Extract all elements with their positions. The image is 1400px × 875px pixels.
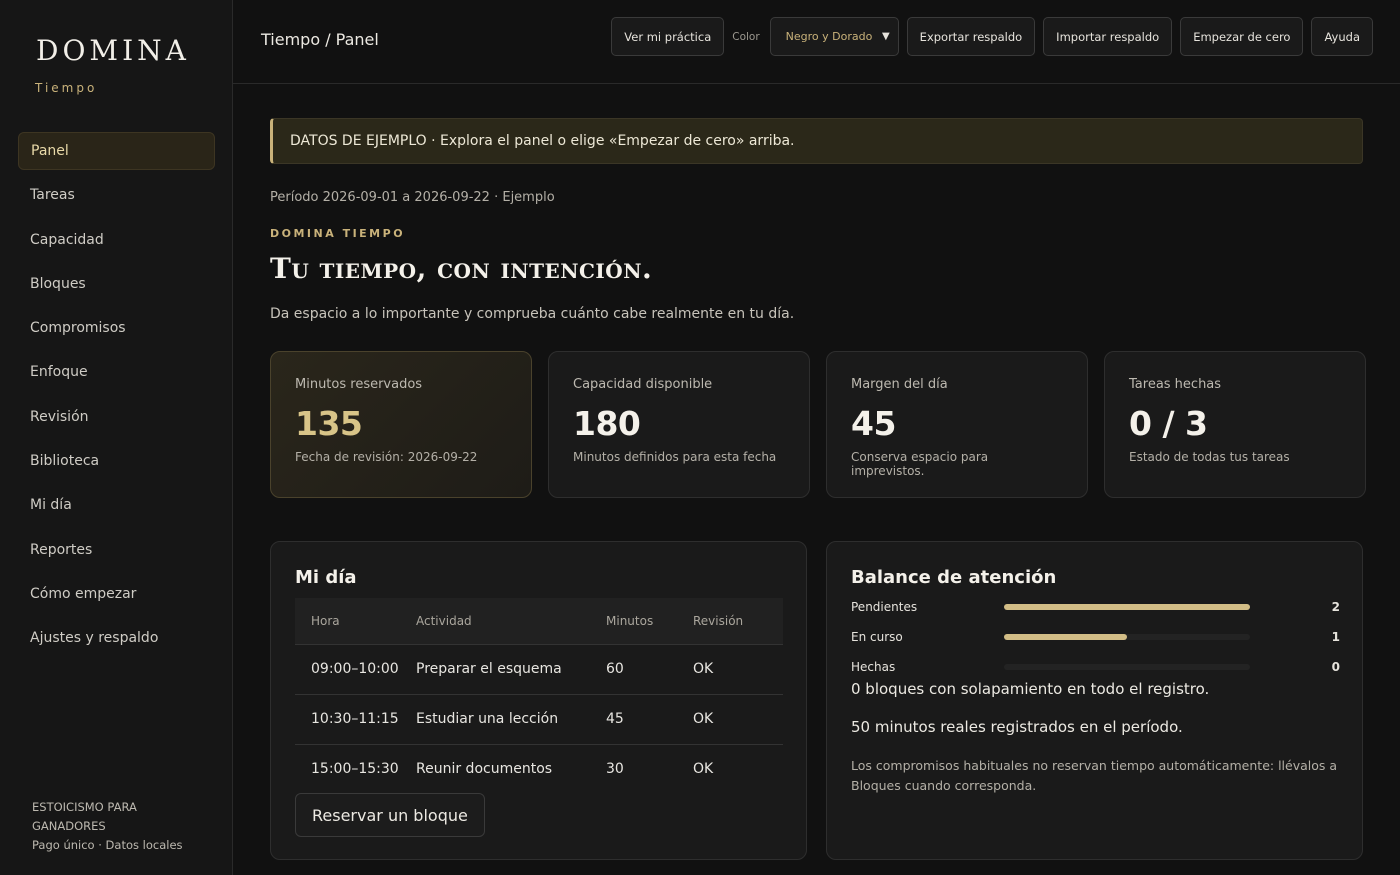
- column-header: Revisión: [693, 598, 783, 645]
- stat-label: Tareas hechas: [1129, 377, 1222, 392]
- reset-button[interactable]: Empezar de cero: [1180, 17, 1304, 56]
- balance-track: [1004, 604, 1250, 610]
- panel-title: Mi día: [295, 567, 357, 588]
- footer-license: Pago único · Datos locales: [32, 838, 183, 852]
- balance-count: 2: [1331, 600, 1340, 614]
- column-header: Minutos: [606, 598, 693, 645]
- stat-card-margin: Margen del día 45 Conserva espacio para …: [826, 351, 1088, 498]
- toolbar-actions: Ver mi práctica Color Negro y Dorado ▼ E…: [611, 17, 1373, 56]
- cell-minutes: 30: [606, 761, 624, 778]
- balance-label: En curso: [851, 630, 903, 644]
- export-backup-button[interactable]: Exportar respaldo: [906, 17, 1036, 56]
- sidebar-item-reportes[interactable]: Reportes: [18, 531, 215, 569]
- column-header: Actividad: [416, 598, 606, 645]
- breadcrumb: Tiempo / Panel: [261, 30, 379, 49]
- my-day-panel: Mi día Hora Actividad Minutos Revisión 0…: [270, 541, 807, 860]
- table-row: 10:30–11:15 Estudiar una lección 45 OK: [295, 694, 783, 745]
- topbar: Tiempo / Panel Ver mi práctica Color Neg…: [233, 0, 1400, 84]
- stat-value: 135: [295, 404, 363, 443]
- cell-review: OK: [693, 644, 783, 695]
- balance-row-in-progress: En curso 1: [851, 627, 1340, 647]
- stat-value: 180: [573, 404, 641, 443]
- stat-note: Conserva espacio para imprevistos.: [851, 450, 989, 478]
- sidebar-item-panel[interactable]: Panel: [18, 132, 215, 170]
- stat-label: Capacidad disponible: [573, 377, 713, 392]
- cell-review: OK: [693, 761, 714, 778]
- stat-card-reserved: Minutos reservados 135 Fecha de revisión…: [270, 351, 532, 498]
- sidebar-item-tareas[interactable]: Tareas: [18, 176, 215, 214]
- sample-data-banner: DATOS DE EJEMPLO · Explora el panel o el…: [270, 118, 1363, 164]
- balance-row-done: Hechas 0: [851, 657, 1340, 677]
- sidebar-item-revision[interactable]: Revisión: [18, 398, 215, 436]
- sidebar-item-bloques[interactable]: Bloques: [18, 265, 215, 303]
- cell-activity: Reunir documentos: [416, 761, 553, 778]
- column-header: Hora: [295, 598, 416, 645]
- footer-product: ESTOICISMO PARA GANADORES: [32, 800, 137, 833]
- balance-note: Los compromisos habituales no reservan t…: [851, 758, 1338, 793]
- balance-count: 1: [1331, 630, 1340, 644]
- overlap-summary: 0 bloques con solapamiento en todo el re…: [851, 680, 1210, 698]
- period-text: Período 2026-09-01 a 2026-09-22 · Ejempl…: [270, 190, 555, 205]
- sidebar-item-biblioteca[interactable]: Biblioteca: [18, 442, 215, 480]
- stat-label: Margen del día: [851, 377, 948, 392]
- balance-track: [1004, 634, 1250, 640]
- sidebar: DOMINA Tiempo Panel Tareas Capacidad Blo…: [0, 0, 233, 875]
- sidebar-footer: ESTOICISMO PARA GANADORES Pago único · D…: [32, 798, 212, 855]
- color-theme-select[interactable]: Negro y Dorado ▼: [769, 17, 899, 56]
- cell-minutes: 60: [606, 644, 693, 695]
- stat-card-capacity: Capacidad disponible 180 Minutos definid…: [548, 351, 810, 498]
- color-theme-value: Negro y Dorado: [785, 30, 873, 43]
- balance-bar: [1004, 634, 1127, 640]
- balance-bar: [1004, 604, 1250, 610]
- balance-row-pending: Pendientes 2: [851, 597, 1340, 617]
- page-title: Tu tiempo, con intención.: [270, 252, 653, 285]
- view-practice-button[interactable]: Ver mi práctica: [611, 17, 725, 56]
- color-label: Color: [732, 30, 760, 43]
- brand-subtitle: Tiempo: [35, 81, 98, 95]
- sidebar-item-capacidad[interactable]: Capacidad: [18, 221, 215, 259]
- table-row: 09:00–10:00 Preparar el esquema 60 OK: [295, 644, 783, 695]
- cell-time: 09:00–10:00: [295, 644, 416, 695]
- balance-count: 0: [1331, 660, 1340, 674]
- stat-card-tasks: Tareas hechas 0 / 3 Estado de todas tus …: [1104, 351, 1366, 498]
- brand-logo[interactable]: DOMINA Tiempo: [35, 34, 190, 95]
- brand-name: DOMINA: [36, 34, 190, 67]
- sidebar-item-mi-dia[interactable]: Mi día: [18, 486, 215, 524]
- stat-note: Fecha de revisión: 2026-09-22: [295, 450, 478, 464]
- cell-activity: Estudiar una lección: [416, 694, 606, 745]
- balance-track: [1004, 664, 1250, 670]
- cell-review: OK: [693, 694, 783, 745]
- sidebar-nav: Panel Tareas Capacidad Bloques Compromis…: [18, 132, 215, 664]
- sidebar-item-enfoque[interactable]: Enfoque: [18, 353, 215, 391]
- help-button[interactable]: Ayuda: [1311, 17, 1373, 56]
- my-day-table: Hora Actividad Minutos Revisión 09:00–10…: [295, 598, 783, 794]
- cell-time: 10:30–11:15: [295, 694, 416, 745]
- table-row: 15:00–15:30 Reunir documentos 30 OK: [295, 744, 783, 794]
- import-backup-button[interactable]: Importar respaldo: [1043, 17, 1173, 56]
- sidebar-item-compromisos[interactable]: Compromisos: [18, 309, 215, 347]
- minutes-summary: 50 minutos reales registrados en el perí…: [851, 718, 1183, 736]
- chevron-down-icon: ▼: [881, 31, 890, 42]
- stat-value: 0 / 3: [1129, 404, 1208, 443]
- cell-minutes: 45: [606, 694, 693, 745]
- cell-time: 15:00–15:30: [311, 761, 399, 778]
- stat-note: Estado de todas tus tareas: [1129, 450, 1290, 464]
- section-kicker: DOMINA TIEMPO: [270, 227, 406, 240]
- stat-note: Minutos definidos para esta fecha: [573, 450, 777, 464]
- table-header-row: Hora Actividad Minutos Revisión: [295, 598, 783, 645]
- stat-value: 45: [851, 404, 896, 443]
- balance-label: Hechas: [851, 660, 896, 674]
- cell-activity: Preparar el esquema: [416, 644, 606, 695]
- sidebar-item-como-empezar[interactable]: Cómo empezar: [18, 575, 215, 613]
- stat-label: Minutos reservados: [295, 377, 423, 392]
- reserve-block-button[interactable]: Reservar un bloque: [295, 793, 485, 837]
- stats-row: Minutos reservados 135 Fecha de revisión…: [270, 351, 1366, 498]
- page-lead: Da espacio a lo importante y comprueba c…: [270, 306, 795, 322]
- attention-balance-panel: Balance de atención Pendientes 2 En curs…: [826, 541, 1363, 860]
- panel-title: Balance de atención: [851, 567, 1057, 588]
- balance-label: Pendientes: [851, 600, 918, 614]
- sidebar-item-ajustes[interactable]: Ajustes y respaldo: [18, 619, 215, 657]
